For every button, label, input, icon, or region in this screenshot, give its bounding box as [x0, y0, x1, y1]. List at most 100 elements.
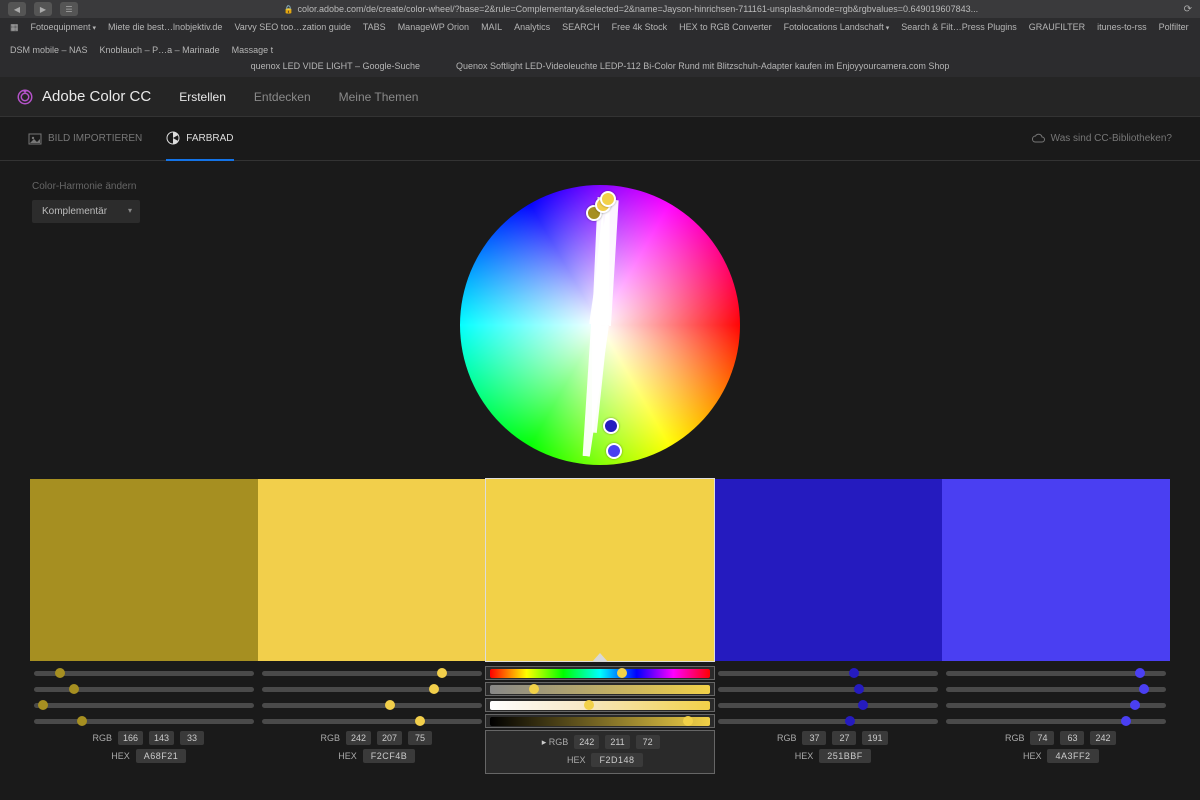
- color-wheel[interactable]: [460, 185, 740, 465]
- slider-handle[interactable]: [1135, 668, 1145, 678]
- slider-handle[interactable]: [858, 700, 868, 710]
- bookmark-item[interactable]: MAIL: [481, 22, 502, 33]
- slider-handle[interactable]: [845, 716, 855, 726]
- slider-handle[interactable]: [1139, 684, 1149, 694]
- tab-import-image[interactable]: BILD IMPORTIEREN: [28, 118, 142, 160]
- b-value[interactable]: 191: [862, 731, 887, 745]
- app-logo[interactable]: Adobe Color CC: [16, 88, 151, 106]
- wheel-handle[interactable]: [603, 418, 619, 434]
- slider-track[interactable]: [946, 703, 1166, 708]
- hex-value[interactable]: A68F21: [136, 749, 187, 763]
- bookmark-item[interactable]: TABS: [363, 22, 386, 33]
- slider-track[interactable]: [262, 703, 482, 708]
- bookmark-item[interactable]: Search & Filt…Press Plugins: [901, 22, 1017, 33]
- color-swatch[interactable]: [486, 479, 714, 661]
- b-value[interactable]: 75: [408, 731, 432, 745]
- bookmark-item[interactable]: SEARCH: [562, 22, 600, 33]
- slider-track[interactable]: [262, 671, 482, 676]
- bookmarks-apps-icon[interactable]: ▦: [10, 22, 19, 33]
- slider-handle[interactable]: [437, 668, 447, 678]
- bookmark-item[interactable]: GRAUFILTER: [1029, 22, 1085, 33]
- g-value[interactable]: 63: [1060, 731, 1084, 745]
- slider-track[interactable]: [490, 701, 710, 710]
- b-value[interactable]: 33: [180, 731, 204, 745]
- r-value[interactable]: 242: [574, 735, 599, 749]
- bookmark-item[interactable]: Massage t: [232, 45, 274, 55]
- slider-track[interactable]: [490, 669, 710, 678]
- slider-track[interactable]: [262, 719, 482, 724]
- r-value[interactable]: 74: [1030, 731, 1054, 745]
- slider-track[interactable]: [34, 719, 254, 724]
- slider-handle[interactable]: [854, 684, 864, 694]
- forward-button[interactable]: ▶: [34, 2, 52, 16]
- bookmark-item[interactable]: Miete die best…lnobjektiv.de: [108, 22, 222, 33]
- nav-tab[interactable]: Meine Themen: [339, 90, 419, 104]
- nav-tab[interactable]: Erstellen: [179, 90, 226, 104]
- wheel-handle[interactable]: [606, 443, 622, 459]
- bookmark-item[interactable]: itunes-to-rss: [1097, 22, 1147, 33]
- b-value[interactable]: 242: [1090, 731, 1115, 745]
- slider-handle[interactable]: [429, 684, 439, 694]
- r-value[interactable]: 37: [802, 731, 826, 745]
- slider-handle[interactable]: [69, 684, 79, 694]
- bookmark-item[interactable]: Quenox Softlight LED-Videoleuchte LEDP-1…: [456, 61, 949, 71]
- slider-handle[interactable]: [385, 700, 395, 710]
- slider-handle[interactable]: [415, 716, 425, 726]
- slider-track[interactable]: [718, 703, 938, 708]
- slider-track[interactable]: [34, 687, 254, 692]
- bookmark-item[interactable]: Fotolocations Landschaft: [784, 22, 890, 33]
- sidebar-button[interactable]: ☰: [60, 2, 78, 16]
- slider-track[interactable]: [718, 671, 938, 676]
- b-value[interactable]: 72: [636, 735, 660, 749]
- bookmark-item[interactable]: Free 4k Stock: [612, 22, 668, 33]
- g-value[interactable]: 143: [149, 731, 174, 745]
- slider-track[interactable]: [262, 687, 482, 692]
- tab-color-wheel[interactable]: FARBRAD: [166, 117, 233, 161]
- bookmark-item[interactable]: Analytics: [514, 22, 550, 33]
- g-value[interactable]: 207: [377, 731, 402, 745]
- slider-handle[interactable]: [77, 716, 87, 726]
- slider-track[interactable]: [718, 719, 938, 724]
- hex-value[interactable]: F2CF4B: [363, 749, 416, 763]
- bookmark-item[interactable]: Varvy SEO too…zation guide: [234, 22, 350, 33]
- slider-handle[interactable]: [584, 700, 594, 710]
- r-value[interactable]: 166: [118, 731, 143, 745]
- slider-handle[interactable]: [529, 684, 539, 694]
- nav-tab[interactable]: Entdecken: [254, 90, 311, 104]
- color-swatch[interactable]: [258, 479, 486, 661]
- slider-handle[interactable]: [617, 668, 627, 678]
- slider-track[interactable]: [718, 687, 938, 692]
- slider-handle[interactable]: [38, 700, 48, 710]
- bookmark-item[interactable]: Knoblauch – P…a – Marinade: [100, 45, 220, 55]
- slider-track[interactable]: [946, 671, 1166, 676]
- harmony-select[interactable]: Komplementär: [32, 200, 140, 223]
- slider-handle[interactable]: [1130, 700, 1140, 710]
- slider-handle[interactable]: [849, 668, 859, 678]
- slider-handle[interactable]: [55, 668, 65, 678]
- bookmark-item[interactable]: HEX to RGB Converter: [679, 22, 772, 33]
- reload-button[interactable]: ⟳: [1184, 4, 1192, 15]
- slider-track[interactable]: [34, 703, 254, 708]
- wheel-handle[interactable]: [600, 191, 616, 207]
- slider-track[interactable]: [490, 685, 710, 694]
- color-swatch[interactable]: [942, 479, 1170, 661]
- bookmark-item[interactable]: quenox LED VIDE LIGHT – Google-Suche: [251, 61, 420, 71]
- slider-handle[interactable]: [1121, 716, 1131, 726]
- slider-handle[interactable]: [683, 716, 693, 726]
- hex-value[interactable]: F2D148: [591, 753, 642, 767]
- bookmark-item[interactable]: DSM mobile – NAS: [10, 45, 88, 55]
- cc-libraries-help[interactable]: Was sind CC-Bibliotheken?: [1031, 132, 1172, 146]
- bookmark-item[interactable]: Fotoequipment: [31, 22, 97, 33]
- color-swatch[interactable]: [30, 479, 258, 661]
- color-swatch[interactable]: [714, 479, 942, 661]
- slider-track[interactable]: [946, 719, 1166, 724]
- slider-track[interactable]: [946, 687, 1166, 692]
- bookmark-item[interactable]: Polfilter: [1159, 22, 1189, 33]
- r-value[interactable]: 242: [346, 731, 371, 745]
- bookmark-item[interactable]: ManageWP Orion: [398, 22, 469, 33]
- address-bar[interactable]: 🔒color.adobe.com/de/create/color-wheel/?…: [86, 4, 1176, 14]
- g-value[interactable]: 211: [605, 735, 629, 749]
- hex-value[interactable]: 4A3FF2: [1047, 749, 1098, 763]
- g-value[interactable]: 27: [832, 731, 856, 745]
- hex-value[interactable]: 251BBF: [819, 749, 871, 763]
